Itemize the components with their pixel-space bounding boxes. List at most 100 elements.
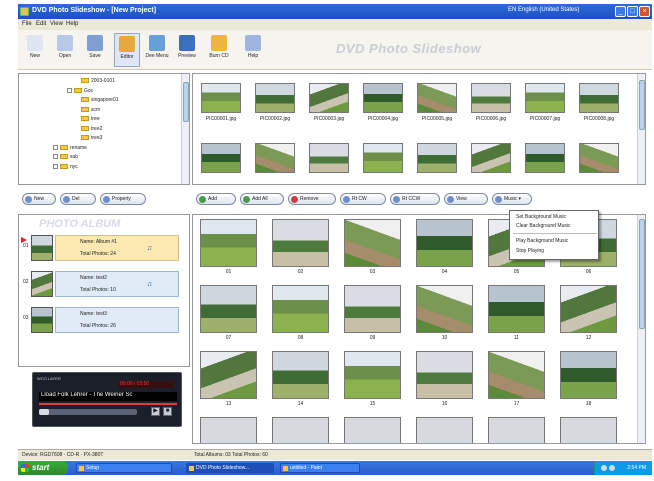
photo-grid-item[interactable]: 14 <box>269 349 332 411</box>
album-item[interactable]: 01 Name: Album #1 Total Photos: 24 ♫ <box>21 233 183 265</box>
toolbar-dee-menu-button[interactable]: Dee Menu <box>144 33 170 67</box>
toolbar-save-button[interactable]: Save <box>82 33 108 67</box>
property-button[interactable]: Property <box>100 193 146 205</box>
del-button[interactable]: Del <box>60 193 96 205</box>
photo-grid-item[interactable]: 09 <box>341 283 404 345</box>
file-thumbnail[interactable] <box>467 140 515 184</box>
new-button[interactable]: New <box>22 193 56 205</box>
add-all-button[interactable]: Add All <box>240 193 284 205</box>
photo-grid-item[interactable]: 03 <box>341 217 404 279</box>
photo-grid-item[interactable]: 08 <box>269 283 332 345</box>
photo-grid-item[interactable] <box>269 415 332 443</box>
start-button[interactable]: start <box>18 461 68 475</box>
photo-grid-item[interactable]: 15 <box>341 349 404 411</box>
remove-button[interactable]: Remove <box>288 193 336 205</box>
menu-view[interactable]: View <box>50 21 63 27</box>
speaker-icon[interactable] <box>601 465 607 471</box>
files-scroll-thumb[interactable] <box>639 80 645 130</box>
folder-tree[interactable]: 2003-0101 Goc singapore01 scm tree tree2 tree3… <box>18 73 190 185</box>
menu-set-background-music[interactable]: Set Background Music <box>516 214 566 220</box>
view-button[interactable]: View <box>444 193 488 205</box>
rt-ccw-button[interactable]: Rt CCW <box>390 193 440 205</box>
taskbar-task-dvd-photo-slideshow[interactable]: DVD Photo Slideshow... <box>186 463 274 473</box>
rt-cw-button[interactable]: Rt CW <box>340 193 386 205</box>
expand-icon[interactable] <box>53 144 58 150</box>
play-icon[interactable]: ▶ <box>151 407 160 416</box>
tree-item-tree3[interactable]: tree3 <box>81 135 102 142</box>
file-browser[interactable]: PIC00001.jpg PIC00002.jpg PIC00003.jpg PIC0… <box>192 73 646 185</box>
menu-edit[interactable]: Edit <box>36 21 46 27</box>
file-thumbnail[interactable]: PIC00008.jpg <box>575 80 623 128</box>
expand-icon[interactable] <box>53 154 58 160</box>
file-thumbnail[interactable]: PIC00005.jpg <box>413 80 461 128</box>
toolbar-new-button[interactable]: New <box>22 33 48 67</box>
close-button[interactable]: × <box>639 6 650 17</box>
maximize-button[interactable]: □ <box>627 6 638 17</box>
expand-icon[interactable] <box>53 163 58 169</box>
menu-file[interactable]: File <box>22 21 32 27</box>
photo-grid-item[interactable] <box>485 415 548 443</box>
tree-item-rename[interactable]: rename <box>53 145 87 152</box>
file-thumbnail[interactable]: PIC00001.jpg <box>197 80 245 128</box>
photo-grid-item[interactable]: 04 <box>413 217 476 279</box>
album-item[interactable]: 03 Name: test3 Total Photos: 26 <box>23 305 183 337</box>
file-thumbnail[interactable] <box>305 140 353 184</box>
file-thumbnail[interactable]: PIC00006.jpg <box>467 80 515 128</box>
file-thumbnail[interactable] <box>251 140 299 184</box>
photo-grid-item[interactable]: 07 <box>197 283 260 345</box>
player-seek-bar[interactable] <box>39 409 137 415</box>
photo-grid-item[interactable]: 13 <box>197 349 260 411</box>
tree-scroll-thumb[interactable] <box>183 82 189 122</box>
toolbar-preview-button[interactable]: Preview <box>174 33 200 67</box>
tree-item-tree[interactable]: tree <box>81 116 100 123</box>
minimize-button[interactable]: _ <box>615 6 626 17</box>
toolbar-burn-cd-button[interactable]: Burn CD <box>206 33 232 67</box>
toolbar-open-button[interactable]: Open <box>52 33 78 67</box>
photo-grid-item[interactable]: 12 <box>557 283 620 345</box>
menu-help[interactable]: Help <box>66 21 78 27</box>
music-button[interactable]: Music ▾ <box>492 193 532 205</box>
file-thumbnail[interactable] <box>197 140 245 184</box>
menu-play-background-music[interactable]: Play Background Music <box>516 238 568 244</box>
photo-grid-item[interactable] <box>197 415 260 443</box>
tree-item-goc[interactable]: Goc <box>67 88 93 95</box>
photo-grid-item[interactable] <box>341 415 404 443</box>
grid-scrollbar[interactable] <box>637 215 645 443</box>
photo-grid-item[interactable]: 16 <box>413 349 476 411</box>
tree-item-scm[interactable]: scm <box>81 107 100 114</box>
tree-item-singapore01[interactable]: singapore01 <box>81 97 119 104</box>
toolbar-help-button[interactable]: Help <box>240 33 266 67</box>
tree-item-sub[interactable]: sub <box>53 154 78 161</box>
photo-grid-item[interactable]: 18 <box>557 349 620 411</box>
menu-stop-playing[interactable]: Stop Playing <box>516 248 544 254</box>
photo-grid-item[interactable] <box>413 415 476 443</box>
network-icon[interactable] <box>609 465 615 471</box>
file-thumbnail[interactable]: PIC00002.jpg <box>251 80 299 128</box>
file-thumbnail[interactable]: PIC00003.jpg <box>305 80 353 128</box>
grid-scroll-thumb[interactable] <box>639 219 645 329</box>
file-thumbnail[interactable] <box>359 140 407 184</box>
photo-grid-item[interactable]: 02 <box>269 217 332 279</box>
file-thumbnail[interactable] <box>521 140 569 184</box>
stop-icon[interactable]: ■ <box>163 407 172 416</box>
taskbar-task-setup[interactable]: Setup <box>76 463 172 473</box>
file-thumbnail[interactable]: PIC00007.jpg <box>521 80 569 128</box>
files-scrollbar[interactable] <box>637 74 645 184</box>
file-thumbnail[interactable] <box>413 140 461 184</box>
menu-clear-background-music[interactable]: Clear Background Music <box>516 223 570 229</box>
toolbar-editor-button[interactable]: Editor <box>114 33 140 67</box>
photo-grid-item[interactable]: 17 <box>485 349 548 411</box>
language-indicator[interactable]: EN English (United States) <box>508 7 579 13</box>
expand-icon[interactable] <box>67 87 72 93</box>
add-button[interactable]: Add <box>196 193 236 205</box>
taskbar-task-untitled-paint[interactable]: untitled - Paint <box>280 463 360 473</box>
tree-scrollbar[interactable] <box>181 74 189 184</box>
tree-item-2003-0101[interactable]: 2003-0101 <box>81 78 115 85</box>
album-item[interactable]: 02 Name: test2 Total Photos: 10 ♫ <box>23 269 183 301</box>
tree-item-tree2[interactable]: tree2 <box>81 126 102 133</box>
photo-grid-item[interactable]: 01 <box>197 217 260 279</box>
photo-grid-item[interactable] <box>557 415 620 443</box>
tree-item-nyc[interactable]: nyc <box>53 164 78 171</box>
file-thumbnail[interactable]: PIC00004.jpg <box>359 80 407 128</box>
photo-grid-item[interactable]: 10 <box>413 283 476 345</box>
